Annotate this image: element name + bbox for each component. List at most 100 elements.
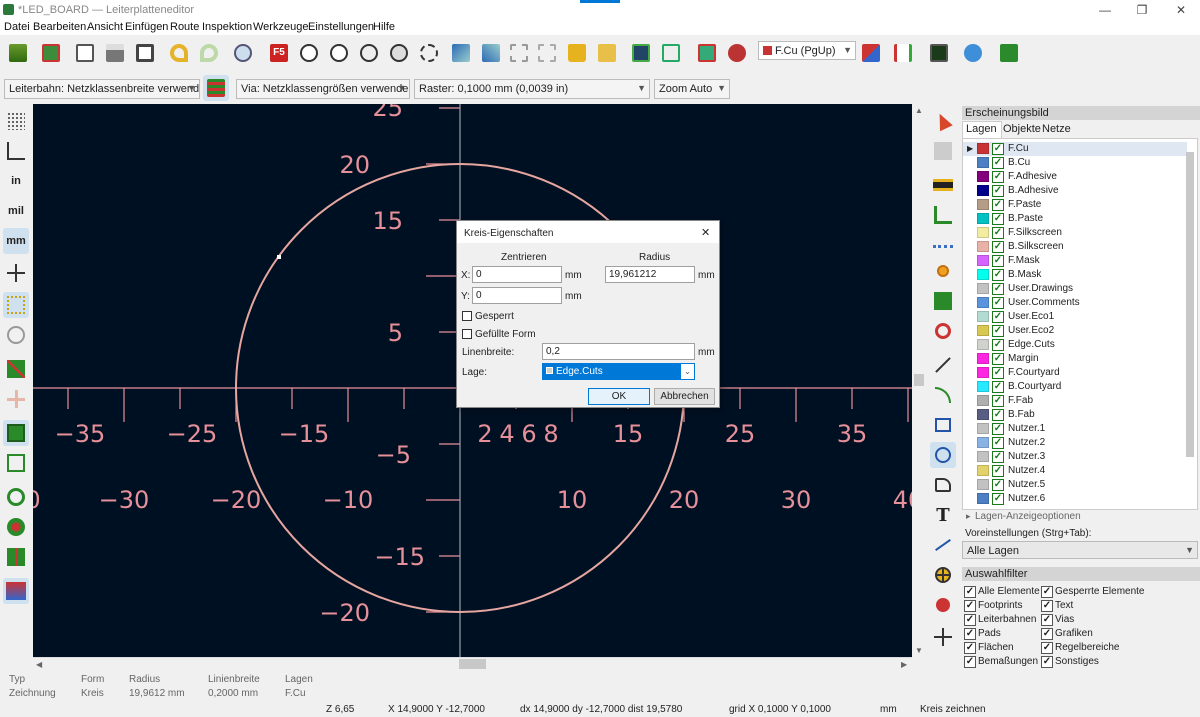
layer-visibility-checkbox[interactable]: ✓ <box>992 325 1004 337</box>
route-track-tool[interactable] <box>930 202 956 228</box>
layer-color-swatch[interactable] <box>977 381 989 392</box>
linewidth-input[interactable]: 0,2 <box>542 343 695 360</box>
layer-row[interactable]: ✓ B.Courtyard <box>963 380 1187 394</box>
polygon-tool[interactable] <box>930 472 956 498</box>
mil-units-button[interactable]: mil <box>3 198 29 224</box>
zoom-fit-button[interactable] <box>356 40 382 66</box>
drc-button[interactable] <box>694 40 720 66</box>
filter-checkbox[interactable]: ✓ <box>1041 614 1053 626</box>
layer-color-swatch[interactable] <box>977 171 989 182</box>
circle-edit-handle[interactable] <box>277 255 281 259</box>
grid-select[interactable]: Raster: 0,1000 mm (0,0039 in) ▼ <box>414 79 650 99</box>
menu-einfuegen[interactable]: Einfügen <box>125 21 168 33</box>
layer-visibility-checkbox[interactable]: ✓ <box>992 451 1004 463</box>
layer-row[interactable]: ✓ User.Eco1 <box>963 310 1187 324</box>
layer-color-swatch[interactable] <box>977 339 989 350</box>
layer-row[interactable]: ✓ Margin <box>963 352 1187 366</box>
layer-row[interactable]: ✓ Nutzer.1 <box>963 422 1187 436</box>
layer-visibility-checkbox[interactable]: ✓ <box>992 339 1004 351</box>
layer-row[interactable]: ✓ User.Drawings <box>963 282 1187 296</box>
local-ratsnest-tool[interactable] <box>930 138 956 164</box>
print-button[interactable] <box>102 40 128 66</box>
layer-color-swatch[interactable] <box>977 213 989 224</box>
select-tool[interactable] <box>930 108 956 134</box>
layer-color-swatch[interactable] <box>977 409 989 420</box>
menu-bearbeiten[interactable]: Bearbeiten <box>33 21 86 33</box>
scroll-thumb[interactable] <box>914 374 924 386</box>
layer-color-swatch[interactable] <box>977 437 989 448</box>
layer-visibility-checkbox[interactable]: ✓ <box>992 297 1004 309</box>
layer-color-swatch[interactable] <box>977 311 989 322</box>
layer-dropdown[interactable]: Edge.Cuts ⌄ <box>542 363 695 380</box>
bug-button[interactable] <box>724 40 750 66</box>
scroll-right-icon[interactable]: ▶ <box>901 660 907 669</box>
ratsnest-button[interactable] <box>3 292 29 318</box>
layer-visibility-checkbox[interactable]: ✓ <box>992 157 1004 169</box>
menu-inspektion[interactable]: Inspektion <box>202 21 252 33</box>
pad-fill-button[interactable] <box>3 484 29 510</box>
find-button[interactable] <box>230 40 256 66</box>
filter-checkbox[interactable]: ✓ <box>1041 642 1053 654</box>
zone-outline-button[interactable] <box>3 450 29 476</box>
layer-row[interactable]: ✓ B.Fab <box>963 408 1187 422</box>
layer-color-swatch[interactable] <box>977 325 989 336</box>
layer-row[interactable]: ✓ Nutzer.5 <box>963 478 1187 492</box>
zone-fill-button[interactable] <box>3 420 29 446</box>
layer-visibility-checkbox[interactable]: ✓ <box>992 381 1004 393</box>
layer-visibility-checkbox[interactable]: ✓ <box>992 409 1004 421</box>
polar-coords-button[interactable] <box>3 138 29 164</box>
scroll-left-icon[interactable]: ◀ <box>36 660 42 669</box>
tab-nets[interactable]: Netze <box>1042 123 1071 135</box>
layer-visibility-checkbox[interactable]: ✓ <box>992 185 1004 197</box>
track-fill-button[interactable] <box>3 544 29 570</box>
drc-markers-button[interactable] <box>3 356 29 382</box>
menu-ansicht[interactable]: Ansicht <box>87 21 123 33</box>
filter-checkbox[interactable]: ✓ <box>964 656 976 668</box>
layer-visibility-checkbox[interactable]: ✓ <box>992 479 1004 491</box>
filter-checkbox[interactable]: ✓ <box>1041 628 1053 640</box>
refresh-button[interactable]: F5 <box>266 40 292 66</box>
layer-color-swatch[interactable] <box>977 185 989 196</box>
via-fill-button[interactable] <box>3 514 29 540</box>
horizontal-scrollbar[interactable]: ◀ ▶ <box>33 657 912 670</box>
layer-visibility-checkbox[interactable]: ✓ <box>992 255 1004 267</box>
filter-checkbox[interactable]: ✓ <box>964 614 976 626</box>
cancel-button[interactable]: Abbrechen <box>654 388 715 405</box>
layer-color-swatch[interactable] <box>977 269 989 280</box>
layer-row[interactable]: ▶ ✓ F.Cu <box>963 142 1187 156</box>
layer-visibility-checkbox[interactable]: ✓ <box>992 395 1004 407</box>
layer-visibility-checkbox[interactable]: ✓ <box>992 171 1004 183</box>
lock-button[interactable] <box>564 40 590 66</box>
layer-color-swatch[interactable] <box>977 227 989 238</box>
layer-row[interactable]: ✓ F.Fab <box>963 394 1187 408</box>
presets-select[interactable]: Alle Lagen ▼ <box>962 541 1198 559</box>
layer-options-toggle[interactable]: Lagen-Anzeigeoptionen <box>975 511 1081 522</box>
rotate-ccw-button[interactable] <box>448 40 474 66</box>
layer-row[interactable]: ✓ B.Adhesive <box>963 184 1187 198</box>
via-tool[interactable] <box>930 258 956 284</box>
tab-objects[interactable]: Objekte <box>1003 123 1041 135</box>
layer-visibility-checkbox[interactable]: ✓ <box>992 213 1004 225</box>
layer-color-swatch[interactable] <box>977 199 989 210</box>
menu-datei[interactable]: Datei <box>4 21 30 33</box>
layer-visibility-checkbox[interactable]: ✓ <box>992 227 1004 239</box>
zoom-selection-button[interactable] <box>416 40 442 66</box>
layer-color-swatch[interactable] <box>977 353 989 364</box>
undo-button[interactable] <box>166 40 192 66</box>
rotate-cw-button[interactable] <box>478 40 504 66</box>
close-window-button[interactable]: ✕ <box>1168 2 1194 18</box>
console-button[interactable] <box>926 40 952 66</box>
netlist-button[interactable] <box>628 40 654 66</box>
circle-tool[interactable] <box>930 442 956 468</box>
plot-button[interactable] <box>132 40 158 66</box>
filter-checkbox[interactable]: ✓ <box>964 628 976 640</box>
filter-checkbox[interactable]: ✓ <box>964 586 976 598</box>
layer-color-swatch[interactable] <box>977 423 989 434</box>
mirror-h-button[interactable] <box>506 40 532 66</box>
redo-button[interactable] <box>196 40 222 66</box>
minimize-button[interactable]: — <box>1092 2 1118 18</box>
layer-row[interactable]: ✓ Edge.Cuts <box>963 338 1187 352</box>
auto-width-button[interactable] <box>203 75 229 101</box>
dialog-close-button[interactable]: ✕ <box>701 226 710 239</box>
layer-pair-button[interactable] <box>858 40 884 66</box>
